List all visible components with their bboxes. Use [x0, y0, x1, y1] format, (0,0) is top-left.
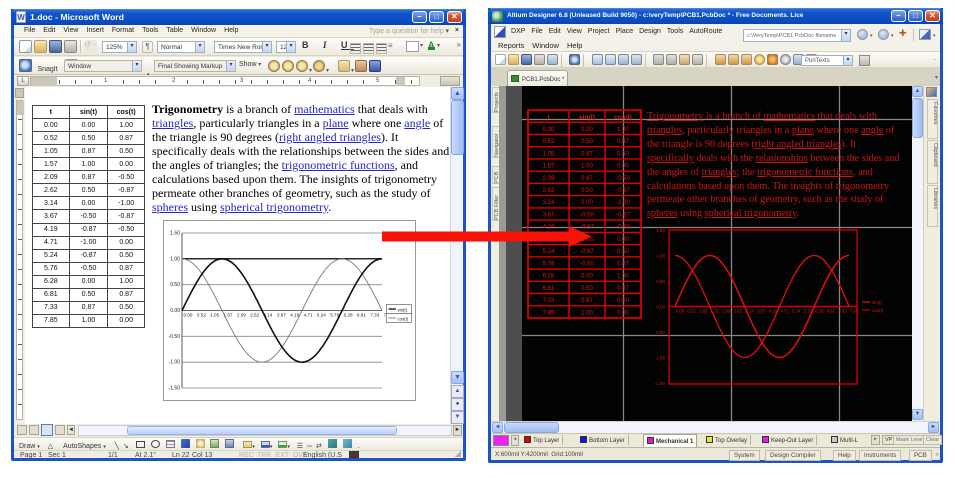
- svg-text:5.24: 5.24: [792, 309, 801, 314]
- svg-text:7.33: 7.33: [543, 298, 555, 304]
- svg-text:0.50: 0.50: [617, 298, 629, 304]
- svg-text:0.00: 0.00: [617, 164, 629, 170]
- svg-text:3.67: 3.67: [757, 309, 766, 314]
- svg-text:1.05: 1.05: [543, 151, 555, 157]
- svg-text:0.00: 0.00: [581, 127, 593, 133]
- svg-text:0.00: 0.00: [543, 127, 555, 133]
- svg-text:0.00: 0.00: [581, 274, 593, 280]
- svg-text:3.14: 3.14: [543, 200, 555, 206]
- svg-text:2.62: 2.62: [734, 309, 743, 314]
- svg-text:5.76: 5.76: [543, 261, 555, 267]
- svg-text:-1.50: -1.50: [169, 386, 181, 392]
- svg-text:7.33: 7.33: [370, 313, 379, 318]
- svg-text:-0.50: -0.50: [616, 176, 630, 182]
- svg-text:2.09: 2.09: [543, 176, 555, 182]
- svg-text:5.24: 5.24: [317, 313, 326, 318]
- svg-text:0.00: 0.00: [676, 309, 685, 314]
- svg-text:sin(t): sin(t): [398, 307, 408, 312]
- svg-text:1.00: 1.00: [581, 310, 593, 316]
- svg-text:-1.00: -1.00: [169, 360, 181, 366]
- svg-text:1.00: 1.00: [170, 256, 180, 262]
- svg-text:-1.00: -1.00: [616, 200, 630, 206]
- svg-text:1.05: 1.05: [699, 309, 708, 314]
- svg-text:0.00: 0.00: [184, 313, 193, 318]
- svg-text:-0.87: -0.87: [616, 188, 630, 194]
- svg-text:1.50: 1.50: [656, 228, 665, 233]
- svg-text:2.09: 2.09: [237, 313, 246, 318]
- svg-text:7.33: 7.33: [838, 309, 847, 314]
- svg-text:0.00: 0.00: [617, 237, 629, 243]
- svg-text:1.00: 1.00: [617, 274, 629, 280]
- svg-text:2.62: 2.62: [250, 313, 259, 318]
- svg-text:6.81: 6.81: [827, 309, 836, 314]
- svg-text:1.05: 1.05: [210, 313, 219, 318]
- svg-text:0.87: 0.87: [581, 151, 593, 157]
- svg-text:0.50: 0.50: [617, 249, 629, 255]
- svg-text:0.50: 0.50: [581, 286, 593, 292]
- svg-text:3.67: 3.67: [277, 313, 286, 318]
- svg-text:6.81: 6.81: [357, 313, 366, 318]
- svg-text:2.62: 2.62: [543, 188, 555, 194]
- svg-text:0.87: 0.87: [581, 176, 593, 182]
- svg-text:4.19: 4.19: [290, 313, 299, 318]
- svg-text:cos(t): cos(t): [398, 316, 409, 321]
- svg-text:-1.00: -1.00: [655, 356, 666, 361]
- svg-text:0.50: 0.50: [617, 151, 629, 157]
- svg-text:0.87: 0.87: [617, 139, 629, 145]
- svg-text:0.00: 0.00: [617, 310, 629, 316]
- svg-text:-0.87: -0.87: [580, 249, 594, 255]
- svg-text:0.50: 0.50: [581, 139, 593, 145]
- svg-text:0.52: 0.52: [543, 139, 555, 145]
- svg-text:6.28: 6.28: [344, 313, 353, 318]
- svg-text:0.52: 0.52: [197, 313, 206, 318]
- svg-text:1.50: 1.50: [170, 231, 180, 237]
- svg-text:4.71: 4.71: [780, 309, 789, 314]
- svg-text:0.50: 0.50: [656, 279, 665, 284]
- svg-text:0.87: 0.87: [617, 261, 629, 267]
- svg-text:sin(t): sin(t): [872, 300, 883, 305]
- svg-text:6.81: 6.81: [543, 286, 555, 292]
- svg-text:7.85: 7.85: [543, 310, 555, 316]
- svg-text:cos(t): cos(t): [872, 308, 884, 313]
- svg-text:6.28: 6.28: [543, 274, 555, 280]
- svg-text:-1.50: -1.50: [655, 381, 666, 386]
- svg-text:0.00: 0.00: [656, 305, 665, 310]
- svg-text:7.85: 7.85: [850, 309, 859, 314]
- svg-text:sin(t): sin(t): [579, 114, 595, 121]
- svg-text:5.24: 5.24: [543, 249, 555, 255]
- svg-text:0.52: 0.52: [687, 309, 696, 314]
- svg-text:1.00: 1.00: [581, 164, 593, 170]
- svg-text:6.28: 6.28: [815, 309, 824, 314]
- svg-text:-0.50: -0.50: [616, 225, 630, 231]
- svg-text:-0.87: -0.87: [616, 213, 630, 219]
- svg-text:0.50: 0.50: [581, 188, 593, 194]
- svg-text:cos(t): cos(t): [614, 114, 632, 121]
- svg-text:0.87: 0.87: [617, 286, 629, 292]
- svg-text:0.00: 0.00: [581, 200, 593, 206]
- svg-text:0.87: 0.87: [581, 298, 593, 304]
- svg-text:1.00: 1.00: [656, 254, 665, 259]
- svg-text:2.09: 2.09: [722, 309, 731, 314]
- svg-text:0.50: 0.50: [170, 282, 180, 288]
- svg-text:0.00: 0.00: [170, 308, 180, 314]
- svg-text:1.00: 1.00: [617, 127, 629, 133]
- svg-text:-0.50: -0.50: [580, 261, 594, 267]
- svg-text:1.57: 1.57: [543, 164, 555, 170]
- svg-text:4.71: 4.71: [304, 313, 313, 318]
- svg-text:-0.50: -0.50: [655, 330, 666, 335]
- svg-text:-0.50: -0.50: [169, 334, 181, 340]
